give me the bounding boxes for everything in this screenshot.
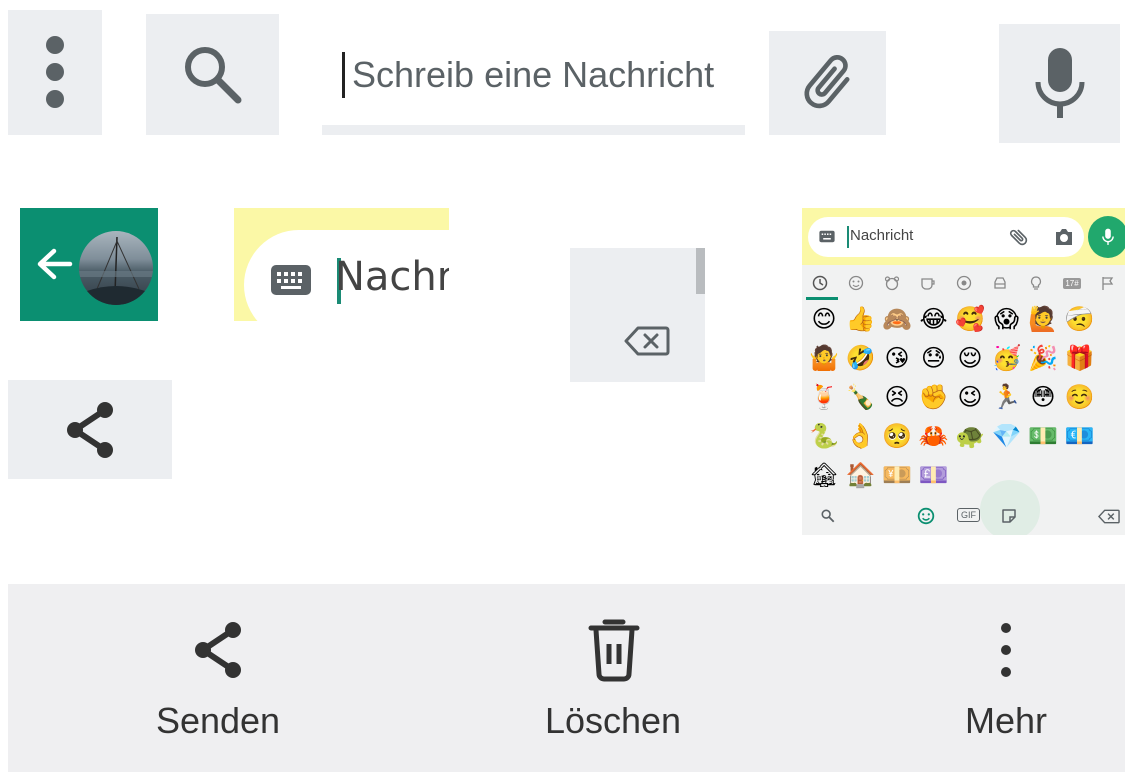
emoji-key[interactable]: 😣 <box>881 380 913 414</box>
emoji-key[interactable]: 🏚 <box>808 458 840 492</box>
gif-button[interactable]: GIF <box>957 508 980 522</box>
bottom-action-bar: Senden Löschen Mehr <box>8 584 1125 772</box>
trash-icon <box>588 619 640 682</box>
more-label: Mehr <box>964 700 1048 741</box>
sticker-icon[interactable] <box>1000 507 1018 525</box>
emoji-key[interactable]: 😘 <box>881 341 913 375</box>
preview-input[interactable]: Nachricht <box>808 217 1084 257</box>
share-icon <box>195 622 241 678</box>
cup-icon[interactable] <box>914 272 942 294</box>
backspace-icon <box>624 326 670 356</box>
emoji-key[interactable]: 🤕 <box>1064 302 1096 336</box>
emoji-key[interactable]: 🥳 <box>991 341 1023 375</box>
emoji-key[interactable]: 😓 <box>918 341 950 375</box>
emoji-key[interactable]: 🏃 <box>991 380 1023 414</box>
share-icon <box>67 401 113 458</box>
symbols-label: 17# <box>1063 277 1081 289</box>
symbols-icon[interactable]: 17# <box>1058 272 1086 294</box>
avatar[interactable] <box>79 231 153 305</box>
search-icon[interactable] <box>820 508 836 524</box>
emoji-key[interactable]: 💴 <box>881 458 913 492</box>
emoji-key[interactable]: 🦀 <box>918 419 950 453</box>
compose-text: Nachri <box>335 254 449 300</box>
emoji-key[interactable]: 😱 <box>991 302 1023 336</box>
delete-action[interactable]: Löschen <box>513 584 713 772</box>
emoji-key[interactable]: 👌 <box>845 419 877 453</box>
more-action[interactable]: Mehr <box>906 584 1106 772</box>
emoji-key[interactable]: 🎉 <box>1027 341 1059 375</box>
emoji-key[interactable]: 👍 <box>845 302 877 336</box>
emoji-key[interactable]: 🤣 <box>845 341 877 375</box>
search-button[interactable] <box>146 14 279 135</box>
clock-icon[interactable] <box>806 272 834 294</box>
preview-input-text: Nachricht <box>850 227 914 244</box>
emoji-key[interactable]: 🙋 <box>1027 302 1059 336</box>
chat-header <box>20 208 158 321</box>
emoji-key[interactable]: ☺️ <box>1064 380 1096 414</box>
emoji-key[interactable]: 💷 <box>918 458 950 492</box>
message-placeholder: Schreib eine Nachricht <box>352 54 715 95</box>
animal-icon[interactable] <box>878 272 906 294</box>
camera-icon[interactable] <box>1054 228 1074 246</box>
bulb-icon[interactable] <box>1022 272 1050 294</box>
emoji-key[interactable]: 😂 <box>918 302 950 336</box>
text-cursor <box>342 52 345 98</box>
paperclip-icon <box>803 55 850 109</box>
emoji-key[interactable]: 🍾 <box>845 380 877 414</box>
keyboard-bottom-bar: GIF <box>802 480 1125 535</box>
smiley-icon[interactable] <box>842 272 870 294</box>
avatar-photo <box>79 236 153 305</box>
delete-label: Löschen <box>544 700 682 741</box>
emoji-key[interactable]: ✊ <box>918 380 950 414</box>
search-icon <box>184 46 241 103</box>
emoji-key[interactable]: 🐍 <box>808 419 840 453</box>
share-button[interactable] <box>8 380 172 479</box>
emoji-key[interactable]: 🐢 <box>954 419 986 453</box>
emoji-key[interactable]: 🙈 <box>881 302 913 336</box>
keyboard-icon[interactable] <box>819 230 835 243</box>
emoji-key[interactable]: 😌 <box>954 341 986 375</box>
emoji-key[interactable]: 🥺 <box>881 419 913 453</box>
emoji-tab-icon[interactable] <box>917 507 935 525</box>
emoji-key[interactable]: 🤷 <box>808 341 840 375</box>
emoji-keyboard-preview: Nachricht 17# 😊 👍 🙈 😂 🥰 😱 🙋 🤕 🤷 🤣 😘 😓 😌 🥳 🎉 🎁 🍹 🍾 😣 ✊ 😉 🏃 😳 ☺️ 🐍… <box>802 208 1125 535</box>
emoji-key[interactable]: 🎁 <box>1064 341 1096 375</box>
emoji-category-tabs: 17# <box>802 266 1125 300</box>
compose-zoom: Nachri <box>234 208 449 321</box>
more-vertical-icon <box>1001 623 1011 677</box>
ball-icon[interactable] <box>950 272 978 294</box>
back-arrow-icon[interactable] <box>34 246 74 282</box>
emoji-grid: 😊 👍 🙈 😂 🥰 😱 🙋 🤕 🤷 🤣 😘 😓 😌 🥳 🎉 🎁 🍹 🍾 😣 ✊ 😉 🏃 😳 ☺️ 🐍 👌 🥺 🦀 🐢 💎 💵 💶 🏚 🏠 💴 💷 <box>802 302 1125 502</box>
emoji-key[interactable]: 💵 <box>1027 419 1059 453</box>
mic-button[interactable] <box>1088 216 1125 258</box>
emoji-key[interactable]: 💶 <box>1064 419 1096 453</box>
paperclip-icon[interactable] <box>1008 226 1030 248</box>
flag-icon[interactable] <box>1094 272 1122 294</box>
emoji-key[interactable]: 💎 <box>991 419 1023 453</box>
voice-record-button[interactable] <box>999 24 1120 143</box>
emoji-key[interactable]: 😳 <box>1027 380 1059 414</box>
emoji-key[interactable]: 😉 <box>954 380 986 414</box>
keyboard-icon[interactable] <box>270 264 312 296</box>
text-cursor <box>847 226 849 248</box>
send-label: Senden <box>155 700 281 741</box>
emoji-key[interactable]: 😊 <box>808 302 840 336</box>
scroll-indicator <box>696 248 705 294</box>
backspace-icon[interactable] <box>1098 509 1120 524</box>
emoji-key[interactable]: 🥰 <box>954 302 986 336</box>
backspace-key[interactable] <box>570 248 705 382</box>
car-icon[interactable] <box>986 272 1014 294</box>
microphone-icon <box>1102 228 1114 245</box>
emoji-key[interactable]: 🍹 <box>808 380 840 414</box>
more-vertical-icon <box>46 35 64 108</box>
message-input[interactable]: Schreib eine Nachricht <box>322 22 745 135</box>
more-options-button[interactable] <box>8 10 102 135</box>
microphone-icon <box>1035 47 1084 118</box>
category-indicator <box>806 297 838 300</box>
emoji-key[interactable]: 🏠 <box>845 458 877 492</box>
attach-button[interactable] <box>769 31 886 135</box>
send-action[interactable]: Senden <box>118 584 318 772</box>
